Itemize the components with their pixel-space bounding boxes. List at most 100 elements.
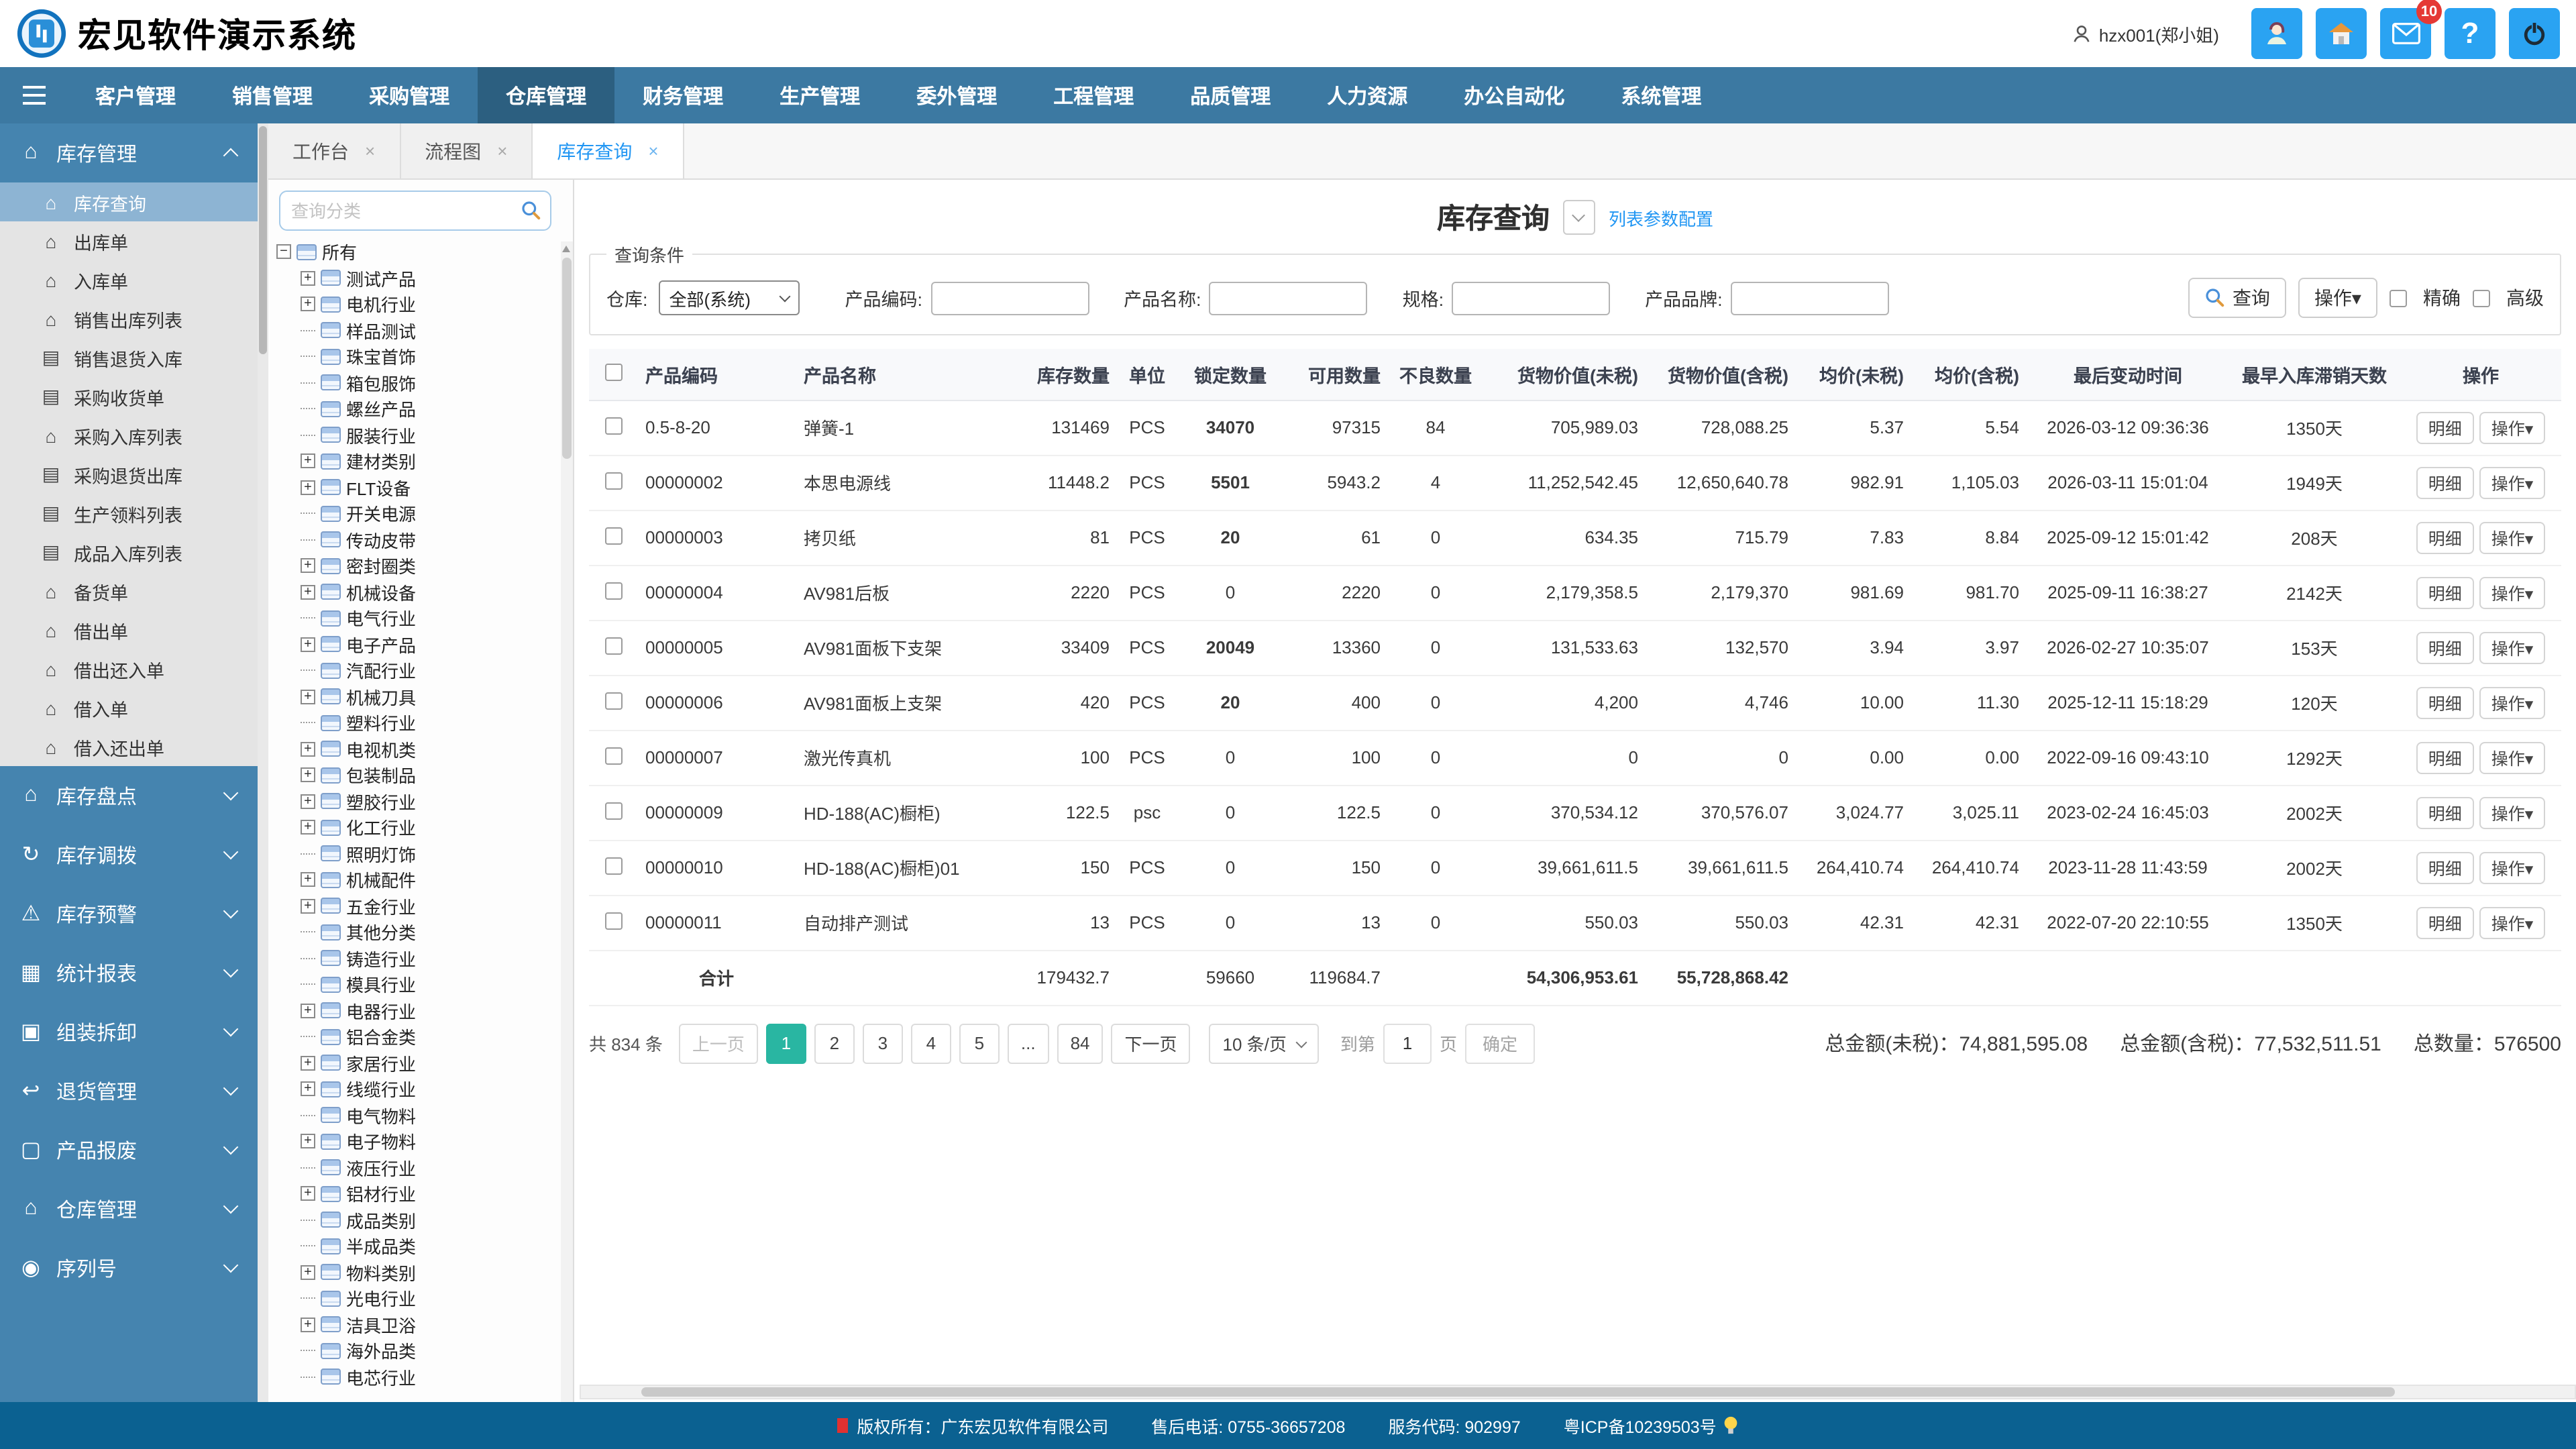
page-button-2[interactable]: 2 (814, 1023, 855, 1063)
row-actions-dropdown-button[interactable]: 操作▾ (2479, 521, 2546, 553)
row-checkbox[interactable] (604, 637, 622, 654)
sidebar-group-库存调拨[interactable]: ↻库存调拨 (0, 825, 258, 884)
tree-node-铸造行业[interactable]: 铸造行业 (276, 945, 573, 971)
detail-button[interactable]: 明细 (2416, 796, 2474, 828)
nav-item-工程管理[interactable]: 工程管理 (1025, 67, 1162, 123)
tree-node-电芯行业[interactable]: 电芯行业 (276, 1364, 573, 1390)
page-button-1[interactable]: 1 (766, 1023, 806, 1063)
warehouse-select[interactable]: 全部(系统) (659, 280, 800, 315)
expand-icon[interactable]: + (301, 1134, 315, 1149)
page-button-5[interactable]: 5 (959, 1023, 1000, 1063)
row-checkbox[interactable] (604, 912, 622, 929)
nav-item-客户管理[interactable]: 客户管理 (67, 67, 204, 123)
row-checkbox[interactable] (604, 747, 622, 764)
expand-icon[interactable]: + (301, 480, 315, 495)
sidebar-group-产品报废[interactable]: ▢产品报废 (0, 1120, 258, 1179)
expand-icon[interactable]: + (301, 1187, 315, 1201)
row-checkbox[interactable] (604, 582, 622, 599)
title-dropdown-button[interactable] (1563, 200, 1595, 235)
tree-node-洁具卫浴[interactable]: +洁具卫浴 (276, 1311, 573, 1338)
nav-item-财务管理[interactable]: 财务管理 (614, 67, 751, 123)
tree-node-模具行业[interactable]: 模具行业 (276, 971, 573, 998)
tree-scrollbar[interactable] (561, 241, 573, 1402)
row-checkbox[interactable] (604, 857, 622, 874)
tree-node-机械刀具[interactable]: +机械刀具 (276, 684, 573, 710)
tree-node-珠宝首饰[interactable]: 珠宝首饰 (276, 343, 573, 370)
tree-node-电气行业[interactable]: 电气行业 (276, 605, 573, 631)
sidebar-item-入库单[interactable]: ⌂入库单 (0, 260, 258, 299)
expand-icon[interactable]: + (301, 794, 315, 809)
expand-icon[interactable]: + (301, 820, 315, 835)
tree-node-化工行业[interactable]: +化工行业 (276, 814, 573, 841)
row-actions-dropdown-button[interactable]: 操作▾ (2479, 686, 2546, 718)
goto-page-input[interactable] (1383, 1023, 1432, 1063)
expand-icon[interactable]: + (301, 271, 315, 286)
nav-item-仓库管理[interactable]: 仓库管理 (478, 67, 614, 123)
tree-node-传动皮带[interactable]: 传动皮带 (276, 527, 573, 553)
filter-input-3[interactable] (1731, 281, 1889, 315)
expand-icon[interactable]: + (301, 585, 315, 600)
tree-node-电子物料[interactable]: +电子物料 (276, 1128, 573, 1155)
tree-node-线缆行业[interactable]: +线缆行业 (276, 1076, 573, 1102)
support-button[interactable] (2251, 8, 2302, 59)
expand-icon[interactable]: + (301, 454, 315, 469)
close-icon[interactable]: × (365, 141, 375, 161)
row-actions-dropdown-button[interactable]: 操作▾ (2479, 741, 2546, 773)
detail-button[interactable]: 明细 (2416, 411, 2474, 443)
tree-node-箱包服饰[interactable]: 箱包服饰 (276, 370, 573, 396)
tree-node-电子产品[interactable]: +电子产品 (276, 631, 573, 657)
tree-node-塑料行业[interactable]: 塑料行业 (276, 710, 573, 736)
tree-node-机械设备[interactable]: +机械设备 (276, 579, 573, 605)
nav-item-办公自动化[interactable]: 办公自动化 (1436, 67, 1593, 123)
tree-node-铝材行业[interactable]: +铝材行业 (276, 1181, 573, 1207)
tree-node-机械配件[interactable]: +机械配件 (276, 867, 573, 893)
expand-icon[interactable]: + (301, 1056, 315, 1071)
sidebar-item-库存查询[interactable]: ⌂库存查询 (0, 182, 258, 221)
row-actions-dropdown-button[interactable]: 操作▾ (2479, 796, 2546, 828)
row-actions-dropdown-button[interactable]: 操作▾ (2479, 466, 2546, 498)
footer-icp[interactable]: 粤ICP备10239503号 (1564, 1413, 1717, 1438)
sidebar-scrollbar[interactable] (258, 123, 268, 1402)
list-config-link[interactable]: 列表参数配置 (1609, 205, 1713, 230)
tree-node-root[interactable]: −所有 (276, 239, 573, 265)
category-search-input[interactable] (279, 191, 551, 231)
tree-node-测试产品[interactable]: +测试产品 (276, 265, 573, 291)
user-info[interactable]: hzx001(郑小姐) (2072, 21, 2219, 46)
tab-工作台[interactable]: 工作台× (268, 123, 400, 178)
row-checkbox[interactable] (604, 802, 622, 819)
page-size-select[interactable]: 10 条/页 (1210, 1023, 1319, 1063)
sidebar-item-采购退货出库[interactable]: ▤采购退货出库 (0, 455, 258, 494)
tree-node-家居行业[interactable]: +家居行业 (276, 1050, 573, 1076)
sidebar-item-采购收货单[interactable]: ▤采购收货单 (0, 377, 258, 416)
nav-item-系统管理[interactable]: 系统管理 (1593, 67, 1729, 123)
sidebar-group-库存预警[interactable]: ⚠库存预警 (0, 884, 258, 943)
close-icon[interactable]: × (497, 141, 507, 161)
detail-button[interactable]: 明细 (2416, 466, 2474, 498)
filter-input-1[interactable] (1210, 281, 1368, 315)
logout-button[interactable] (2509, 8, 2560, 59)
sidebar-group-库存管理[interactable]: ⌂库存管理 (0, 123, 258, 182)
tree-node-液压行业[interactable]: 液压行业 (276, 1155, 573, 1181)
tree-node-电气物料[interactable]: 电气物料 (276, 1102, 573, 1128)
tree-node-螺丝产品[interactable]: 螺丝产品 (276, 396, 573, 422)
tree-node-电机行业[interactable]: +电机行业 (276, 291, 573, 317)
tree-node-电视机类[interactable]: +电视机类 (276, 736, 573, 762)
tree-node-成品类别[interactable]: 成品类别 (276, 1207, 573, 1233)
tree-node-包装制品[interactable]: +包装制品 (276, 762, 573, 788)
detail-button[interactable]: 明细 (2416, 631, 2474, 663)
page-button-3[interactable]: 3 (863, 1023, 903, 1063)
exact-checkbox[interactable] (2390, 289, 2407, 307)
tree-node-半成品类[interactable]: 半成品类 (276, 1233, 573, 1259)
page-button-84[interactable]: 84 (1057, 1023, 1104, 1063)
page-button-4[interactable]: 4 (911, 1023, 951, 1063)
close-icon[interactable]: × (648, 141, 658, 161)
row-checkbox[interactable] (604, 417, 622, 434)
goto-confirm-button[interactable]: 确定 (1465, 1023, 1535, 1063)
sidebar-item-销售退货入库[interactable]: ▤销售退货入库 (0, 338, 258, 377)
expand-icon[interactable]: + (301, 1265, 315, 1280)
expand-icon[interactable]: + (301, 1082, 315, 1097)
nav-item-生产管理[interactable]: 生产管理 (751, 67, 888, 123)
row-actions-dropdown-button[interactable]: 操作▾ (2479, 851, 2546, 883)
tab-流程图[interactable]: 流程图× (400, 123, 533, 178)
detail-button[interactable]: 明细 (2416, 906, 2474, 938)
